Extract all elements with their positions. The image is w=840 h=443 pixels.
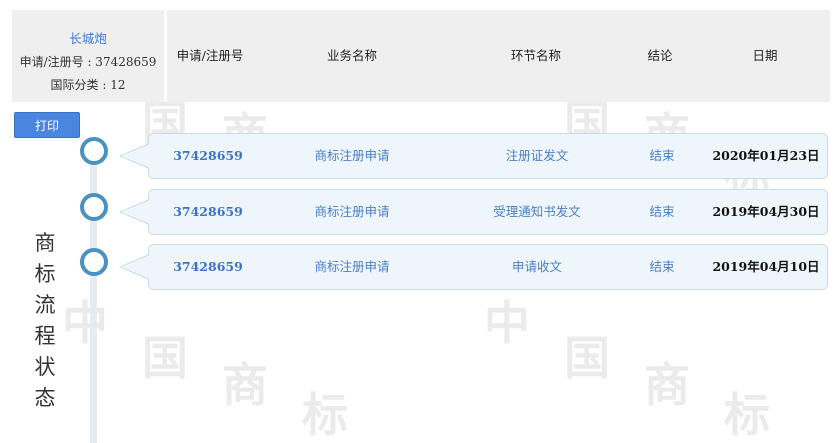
trademark-name[interactable]: 长城炮 xyxy=(12,28,164,47)
column-header-number: 申请/注册号 xyxy=(176,48,244,63)
row-number[interactable]: 37428659 xyxy=(149,190,267,234)
row-pointer-fill xyxy=(121,255,150,279)
international-class: 国际分类 : 12 xyxy=(50,78,126,92)
table-row: 37428659 商标注册申请 注册证发文 结束 2020年01月23日 xyxy=(119,133,828,179)
registration-number: 申请/注册号 : 37428659 xyxy=(19,55,157,69)
watermark-char: 标 xyxy=(302,388,348,442)
row-stage[interactable]: 申请收文 xyxy=(457,245,617,289)
timeline-node xyxy=(80,137,108,165)
watermark-char: 国 xyxy=(142,331,188,385)
table-row: 37428659 商标注册申请 受理通知书发文 结束 2019年04月30日 xyxy=(119,189,828,235)
side-title-char: 程 xyxy=(34,324,56,348)
side-title: 商 标 流 程 状 态 xyxy=(30,228,60,414)
row-stage[interactable]: 注册证发文 xyxy=(457,134,617,178)
row-result[interactable]: 结束 xyxy=(619,134,705,178)
row-pointer-fill xyxy=(121,144,150,168)
side-title-char: 状 xyxy=(34,355,56,379)
column-header-business: 业务名称 xyxy=(326,48,377,63)
row-stage[interactable]: 受理通知书发文 xyxy=(457,190,617,234)
row-business[interactable]: 商标注册申请 xyxy=(277,245,427,289)
row-result[interactable]: 结束 xyxy=(619,190,705,234)
table-row: 37428659 商标注册申请 申请收文 结束 2019年04月10日 xyxy=(119,244,828,290)
watermark-char: 商 xyxy=(644,358,690,412)
column-header-result: 结论 xyxy=(647,48,673,63)
watermark-char: 中 xyxy=(62,296,108,350)
column-header-stage: 环节名称 xyxy=(510,48,561,63)
timeline-node xyxy=(80,193,108,221)
row-business[interactable]: 商标注册申请 xyxy=(277,190,427,234)
watermark-char: 商 xyxy=(222,358,268,412)
row-date: 2019年04月10日 xyxy=(712,259,820,274)
column-header-date: 日期 xyxy=(752,48,778,63)
row-date: 2019年04月30日 xyxy=(712,204,820,219)
row-result[interactable]: 结束 xyxy=(619,245,705,289)
side-title-char: 态 xyxy=(34,386,56,410)
side-title-char: 标 xyxy=(34,262,56,286)
watermark-char: 国 xyxy=(564,331,610,385)
watermark-char: 标 xyxy=(724,388,770,442)
side-title-char: 流 xyxy=(34,293,56,317)
trademark-info: 长城炮 申请/注册号 : 37428659 国际分类 : 12 xyxy=(12,10,167,102)
print-button[interactable]: 打印 xyxy=(14,112,80,138)
timeline-node xyxy=(80,248,108,276)
side-title-char: 商 xyxy=(34,231,56,255)
row-pointer-fill xyxy=(121,200,150,224)
row-business[interactable]: 商标注册申请 xyxy=(277,134,427,178)
row-date: 2020年01月23日 xyxy=(712,148,820,163)
watermark-char: 中 xyxy=(484,296,530,350)
row-number[interactable]: 37428659 xyxy=(149,245,267,289)
row-number[interactable]: 37428659 xyxy=(149,134,267,178)
